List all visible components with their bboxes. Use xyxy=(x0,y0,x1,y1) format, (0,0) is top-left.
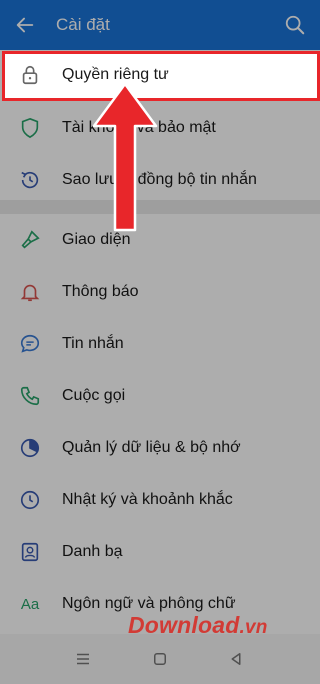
settings-item-data-storage[interactable]: Quản lý dữ liệu & bộ nhớ xyxy=(0,422,320,474)
recent-apps-button[interactable] xyxy=(70,646,96,672)
settings-item-backup-sync[interactable]: Sao lưu & đồng bộ tin nhắn xyxy=(0,154,320,206)
app-header: Cài đặt xyxy=(0,0,320,50)
system-nav-bar xyxy=(0,634,320,684)
chat-bubble-icon xyxy=(18,332,42,356)
settings-item-label: Tin nhắn xyxy=(62,335,124,352)
settings-item-appearance[interactable]: Giao diện xyxy=(0,214,320,266)
settings-item-label: Cuộc gọi xyxy=(62,387,126,404)
settings-item-label: Thông báo xyxy=(62,283,139,300)
home-square-icon xyxy=(154,653,166,665)
settings-item-label: Ngôn ngữ và phông chữ xyxy=(62,595,236,612)
search-button[interactable] xyxy=(278,8,312,42)
backup-clock-icon xyxy=(18,168,42,192)
settings-item-notifications[interactable]: Thông báo xyxy=(0,266,320,318)
settings-item-contacts[interactable]: Danh bạ xyxy=(0,526,320,578)
annotation-arrow-icon xyxy=(92,82,158,232)
settings-item-messages[interactable]: Tin nhắn xyxy=(0,318,320,370)
settings-item-label: Quản lý dữ liệu & bộ nhớ xyxy=(62,439,241,456)
settings-item-label: Giao diện xyxy=(62,231,131,248)
lock-icon xyxy=(18,63,42,87)
settings-item-account-security[interactable]: Tài khoản và bảo mật xyxy=(0,102,320,154)
settings-item-calls[interactable]: Cuộc gọi xyxy=(0,370,320,422)
phone-icon xyxy=(18,384,42,408)
menu-lines-icon xyxy=(77,653,89,665)
contacts-icon xyxy=(18,540,42,564)
clock-icon xyxy=(18,488,42,512)
settings-item-privacy[interactable]: Quyền riêng tư xyxy=(0,50,320,101)
settings-item-timeline[interactable]: Nhật ký và khoảnh khắc xyxy=(0,474,320,526)
back-triangle-icon xyxy=(231,653,241,665)
bell-icon xyxy=(18,280,42,304)
page-title: Cài đặt xyxy=(56,15,110,34)
home-button[interactable] xyxy=(147,646,173,672)
section-divider xyxy=(0,200,320,214)
paint-brush-icon xyxy=(18,228,42,252)
system-back-button[interactable] xyxy=(223,646,249,672)
settings-item-label: Danh bạ xyxy=(62,543,123,560)
language-aa-icon: Aa xyxy=(20,595,40,613)
arrow-left-icon xyxy=(16,17,34,33)
search-icon xyxy=(285,15,305,35)
pie-chart-icon xyxy=(18,436,42,460)
back-button[interactable] xyxy=(8,8,42,42)
settings-item-label: Nhật ký và khoảnh khắc xyxy=(62,491,233,508)
shield-icon xyxy=(18,116,42,140)
watermark-logo: Download.vn xyxy=(128,612,268,638)
